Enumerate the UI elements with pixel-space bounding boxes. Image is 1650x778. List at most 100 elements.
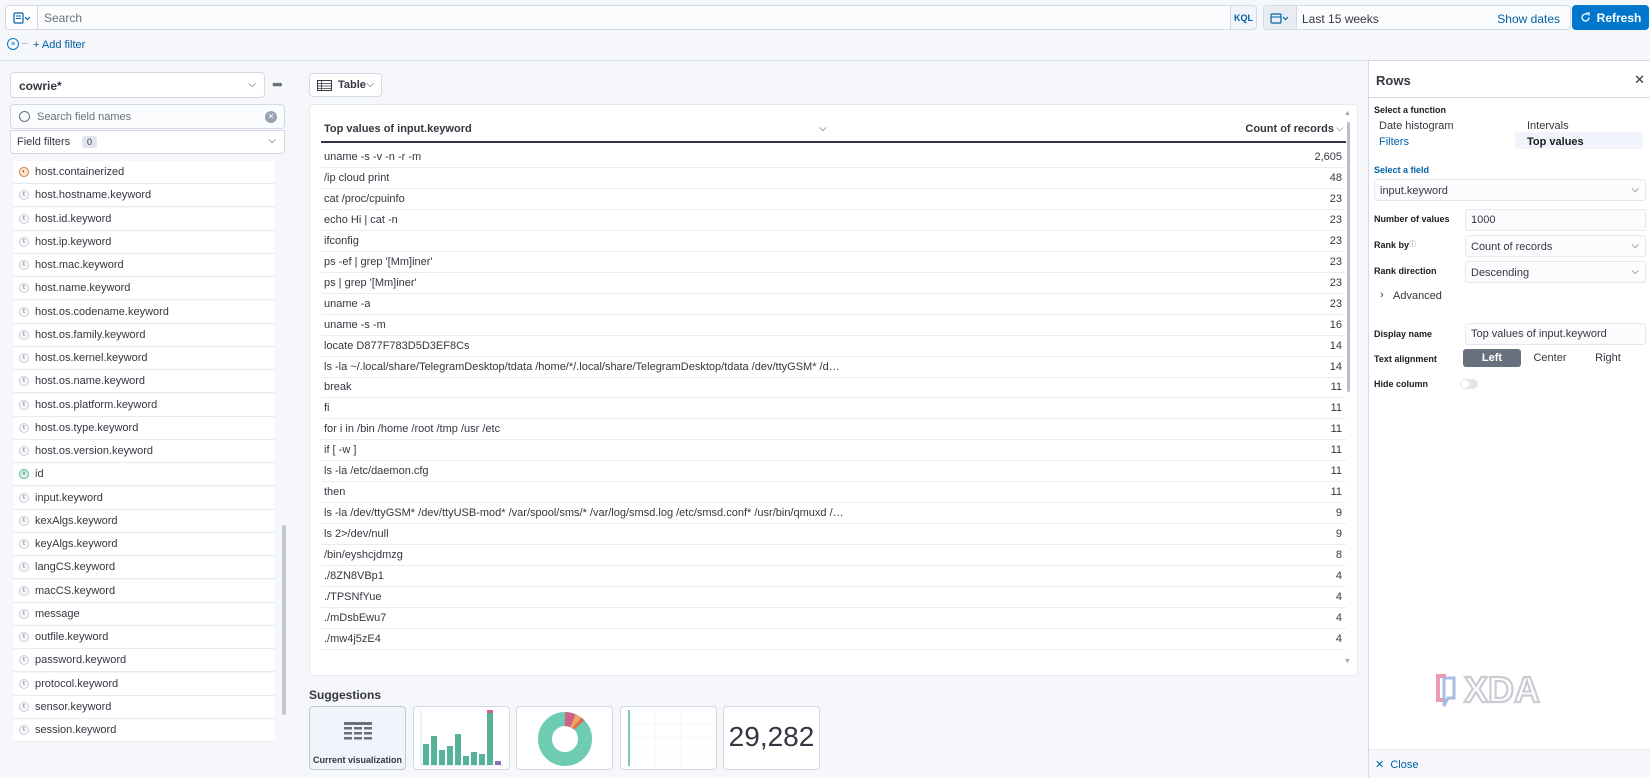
field-search[interactable]: ✕ [10,104,285,129]
align-right-button[interactable]: Right [1579,349,1637,367]
field-list-item[interactable]: t message [13,602,275,625]
quick-date-menu-button[interactable] [1264,6,1297,29]
scrollbar-thumb[interactable] [282,525,286,715]
field-list-item[interactable]: t keyAlgs.keyword [13,533,275,555]
table-row[interactable]: ./mw4j5zE4 4 [321,628,1346,650]
field-list-item[interactable]: t input.keyword [13,486,275,509]
field-list-item[interactable]: t password.keyword [13,649,275,672]
show-dates-link[interactable]: Show dates [1497,12,1560,26]
sort-chevron-icon[interactable]: ⌵ [1336,123,1343,134]
search-bar[interactable] [38,5,1231,30]
align-left-button[interactable]: Left [1463,349,1521,367]
field-list-item[interactable]: t protocol.keyword [13,672,275,695]
display-name-input[interactable] [1466,324,1645,344]
table-row[interactable]: ps | grep '[Mm]iner' 23 [321,272,1346,294]
saved-query-button[interactable] [5,5,38,30]
chart-type-selector[interactable]: Table ⌵ [309,73,382,97]
field-filters-toggle[interactable]: Field filters 0 ⌵ [10,130,285,154]
table-row[interactable]: echo Hi | cat -n 23 [321,209,1346,231]
table-row[interactable]: locate D877F783D5D3EF8Cs 14 [321,335,1346,357]
field-list-item[interactable]: t kexAlgs.keyword [13,509,275,532]
table-row[interactable]: uname -a 23 [321,293,1346,315]
align-center-button[interactable]: Center [1521,349,1579,367]
function-top-values[interactable]: Top values [1527,136,1584,148]
field-list-item[interactable]: t host.hostname.keyword [13,184,275,207]
rank-by-select[interactable]: Count of records ⌵ [1465,235,1646,257]
table-row[interactable]: for i in /bin /home /root /tmp /usr /etc… [321,418,1346,441]
more-options-icon[interactable]: ••• [272,76,288,92]
table-row[interactable]: ls 2>/dev/null 9 [321,523,1346,546]
table-row[interactable]: break 11 [321,376,1346,399]
table-row[interactable]: cat /proc/cpuinfo 23 [321,188,1346,210]
field-list-item[interactable]: t host.os.name.keyword [13,370,275,393]
close-icon[interactable]: ✕ [1634,72,1645,88]
field-list-item[interactable]: t host.os.family.keyword [13,323,275,346]
close-button[interactable]: ✕ Close [1375,758,1418,771]
field-list-item[interactable]: t host.os.platform.keyword [13,393,275,416]
number-of-values-input[interactable] [1466,210,1645,230]
chevron-down-icon[interactable]: ⌵ [819,123,827,134]
function-filters[interactable]: Filters [1379,136,1409,148]
table-row[interactable]: fi 11 [321,397,1346,420]
suggestion-heatmap[interactable] [620,706,717,770]
table-row[interactable]: ./mDsbEwu7 4 [321,607,1346,629]
number-of-values-field[interactable] [1465,209,1646,231]
table-row[interactable]: if [ -w ] 11 [321,439,1346,462]
field-list-item[interactable]: t outfile.keyword [13,626,275,648]
table-row[interactable]: /bin/eyshcjdmzg 8 [321,544,1346,567]
column-header-count[interactable]: Count of records [1245,123,1334,135]
info-icon[interactable]: ⓘ [1409,239,1416,249]
field-list-item[interactable]: t host.os.kernel.keyword [13,347,275,369]
table-row[interactable]: ls -la ~/.local/share/TelegramDesktop/td… [321,356,1346,378]
field-search-input[interactable] [37,105,257,128]
suggestion-donut-chart[interactable] [516,706,613,770]
table-scrollbar[interactable] [1347,122,1350,392]
field-list-item[interactable]: t host.ip.keyword [13,230,275,253]
field-list-item[interactable]: # id [13,463,275,486]
table-row[interactable]: then 11 [321,481,1346,504]
scroll-down-icon[interactable]: ▼ [1344,658,1351,665]
field-list-item[interactable]: t host.os.codename.keyword [13,300,275,323]
suggestion-bar-chart[interactable] [413,706,510,770]
add-filter-button[interactable]: + Add filter [33,39,85,51]
field-list-item[interactable]: t host.id.keyword [13,207,275,230]
index-pattern-selector[interactable]: cowrie* ⌵ [10,72,265,98]
table-row[interactable]: ./8ZN8VBp1 4 [321,565,1346,587]
display-name-field[interactable] [1465,323,1646,345]
table-row[interactable]: ls -la /etc/daemon.cfg 11 [321,460,1346,483]
field-list-item[interactable]: t host.mac.keyword [13,254,275,276]
chevron-right-icon[interactable]: › [1380,289,1384,301]
date-picker[interactable]: Last 15 weeks Show dates [1263,5,1571,30]
table-row[interactable]: uname -s -m 16 [321,314,1346,336]
search-input[interactable] [38,6,1230,29]
field-list-item[interactable]: ◐ host.containerized [13,161,275,183]
refresh-button[interactable]: Refresh [1572,5,1649,30]
hide-column-toggle[interactable] [1460,379,1478,389]
kql-toggle-button[interactable]: KQL [1231,5,1257,30]
field-list-item[interactable]: t session.keyword [13,719,275,741]
table-row[interactable]: ./TPSNfYue 4 [321,586,1346,608]
table-row[interactable]: ifconfig 23 [321,230,1346,252]
table-row[interactable]: ps -ef | grep '[Mm]iner' 23 [321,251,1346,273]
filter-menu-icon[interactable]: ≡ [7,38,19,50]
function-date-histogram[interactable]: Date histogram [1379,120,1454,132]
field-list-item[interactable]: t host.os.type.keyword [13,416,275,439]
rank-direction-select[interactable]: Descending ⌵ [1465,261,1646,283]
field-list-item[interactable]: t langCS.keyword [13,556,275,579]
field-list-item[interactable]: t sensor.keyword [13,695,275,718]
table-row[interactable]: uname -s -v -n -r -m 2,605 [321,146,1346,168]
advanced-toggle[interactable]: Advanced [1393,290,1442,302]
clear-search-icon[interactable]: ✕ [265,111,277,123]
suggestion-current-visualization[interactable]: Current visualization [309,706,406,770]
function-intervals[interactable]: Intervals [1527,120,1569,132]
column-header-top-values[interactable]: Top values of input.keyword [324,123,472,135]
field-select[interactable]: input.keyword ⌵ [1374,179,1646,201]
field-list-item[interactable]: t macCS.keyword [13,579,275,602]
suggestion-metric[interactable]: 29,282 [723,706,820,770]
table-row[interactable]: ls -la /dev/ttyGSM* /dev/ttyUSB-mod* /va… [321,502,1346,525]
field-list-scrollbar[interactable] [282,157,286,778]
field-list-item[interactable]: t host.name.keyword [13,277,275,300]
table-row[interactable]: /ip cloud print 48 [321,167,1346,189]
scroll-up-icon[interactable]: ▲ [1344,110,1351,117]
field-list-item[interactable]: t host.os.version.keyword [13,440,275,462]
